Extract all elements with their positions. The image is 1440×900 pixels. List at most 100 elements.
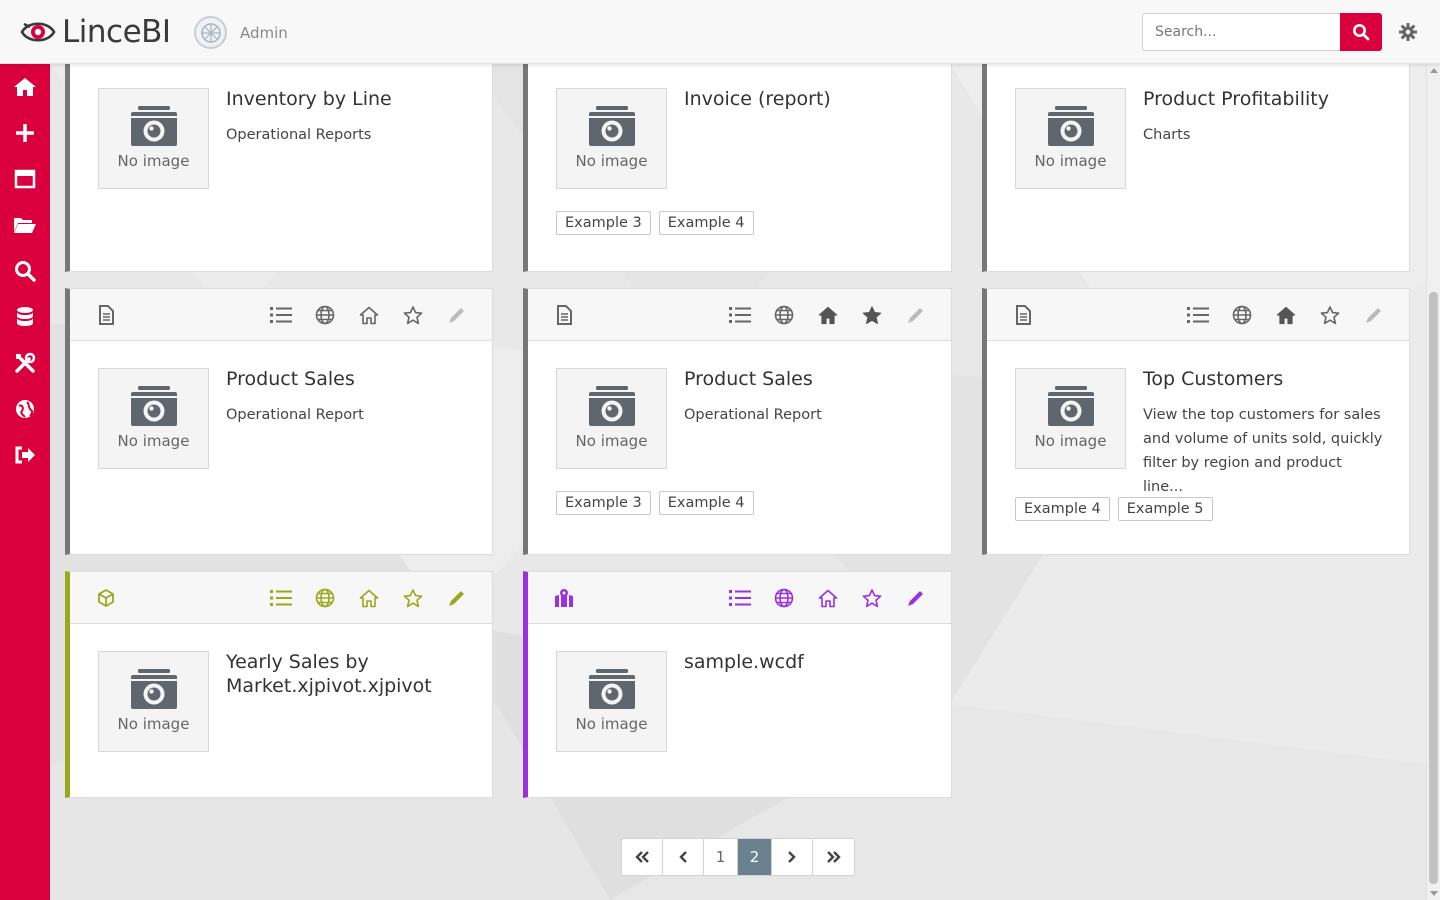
globe-icon <box>1232 305 1252 325</box>
star-outline-icon <box>862 588 882 607</box>
edit-button[interactable] <box>446 587 468 609</box>
home-button[interactable] <box>817 304 839 326</box>
scroll-up-arrow[interactable] <box>1430 68 1438 73</box>
card-actions <box>707 304 927 326</box>
no-image-label: No image <box>117 432 190 450</box>
settings-gear-button[interactable] <box>1398 22 1418 42</box>
scroll-thumb[interactable] <box>1429 292 1438 884</box>
sidebar-item-new[interactable] <box>0 110 50 156</box>
tag[interactable]: Example 4 <box>658 491 754 515</box>
map-marked-icon <box>555 589 573 607</box>
tag-list: Example 3 Example 4 <box>556 211 762 235</box>
page-button-current[interactable]: 2 <box>738 839 772 875</box>
home-outline-icon <box>359 589 379 607</box>
tag[interactable]: Example 5 <box>1117 497 1213 521</box>
sidebar-item-logout[interactable] <box>0 432 50 478</box>
tag[interactable]: Example 4 <box>1015 497 1110 521</box>
pencil-icon <box>1366 308 1381 323</box>
search-button[interactable] <box>1340 13 1382 51</box>
thumbnail-placeholder[interactable]: No image <box>1015 88 1126 189</box>
card-title[interactable]: sample.wcdf <box>684 650 934 674</box>
favorite-button[interactable] <box>861 304 883 326</box>
app-name: LinceBI <box>62 14 171 50</box>
home-filled-icon <box>1276 306 1296 324</box>
thumbnail-placeholder[interactable]: No image <box>98 651 209 752</box>
first-page-button[interactable] <box>622 839 663 875</box>
home-button[interactable] <box>1275 304 1297 326</box>
list-button[interactable] <box>729 304 751 326</box>
card-title[interactable]: Inventory by Line <box>226 87 476 111</box>
search-input[interactable] <box>1142 13 1340 51</box>
edit-button[interactable] <box>1363 304 1385 326</box>
sidebar-item-opened[interactable] <box>0 156 50 202</box>
card-title[interactable]: Product Sales <box>226 367 476 391</box>
logo[interactable]: LinceBI <box>20 14 171 50</box>
list-button[interactable] <box>270 304 292 326</box>
sidebar-item-browse[interactable] <box>0 202 50 248</box>
sidebar-item-search[interactable] <box>0 248 50 294</box>
chevron-right-icon <box>788 851 796 863</box>
prev-page-button[interactable] <box>663 839 704 875</box>
card-title[interactable]: Product Profitability <box>1143 87 1393 111</box>
home-button[interactable] <box>817 587 839 609</box>
home-button[interactable] <box>358 304 380 326</box>
next-page-button[interactable] <box>772 839 813 875</box>
globe-button[interactable] <box>1231 304 1253 326</box>
thumbnail-placeholder[interactable]: No image <box>556 368 667 469</box>
vertical-scrollbar[interactable] <box>1426 64 1440 900</box>
page-button[interactable]: 1 <box>704 839 738 875</box>
camera-icon <box>130 106 177 146</box>
card-title[interactable]: Product Sales <box>684 367 934 391</box>
scroll-down-arrow[interactable] <box>1430 891 1438 896</box>
tag[interactable]: Example 3 <box>556 491 651 515</box>
thumbnail-placeholder[interactable]: No image <box>98 368 209 469</box>
pagination: 1 2 <box>621 838 855 876</box>
globe-icon <box>774 305 794 325</box>
card-header <box>528 289 951 341</box>
globe-button[interactable] <box>314 587 336 609</box>
sidebar-item-data[interactable] <box>0 294 50 340</box>
globe-icon <box>315 588 335 608</box>
card-title[interactable]: Top Customers <box>1143 367 1393 391</box>
favorite-button[interactable] <box>402 304 424 326</box>
document-icon <box>99 305 114 325</box>
last-page-button[interactable] <box>813 839 854 875</box>
favorite-button[interactable] <box>1319 304 1341 326</box>
card-description: Operational Report <box>684 407 822 423</box>
card-title[interactable]: Invoice (report) <box>684 87 934 111</box>
tag[interactable]: Example 3 <box>556 211 651 235</box>
list-button[interactable] <box>729 587 751 609</box>
edit-button[interactable] <box>905 304 927 326</box>
no-image-label: No image <box>117 152 190 170</box>
edit-button[interactable] <box>446 304 468 326</box>
globe-icon <box>315 305 335 325</box>
thumbnail-placeholder[interactable]: No image <box>556 88 667 189</box>
edit-button[interactable] <box>905 587 927 609</box>
tag[interactable]: Example 4 <box>658 211 754 235</box>
list-button[interactable] <box>1187 304 1209 326</box>
user-menu[interactable]: Admin <box>194 16 288 49</box>
camera-icon <box>130 386 177 426</box>
sidebar-item-tools[interactable] <box>0 340 50 386</box>
double-chevron-left-icon <box>635 851 649 863</box>
card-title[interactable]: Yearly Sales by Market.xjpivot.xjpivot <box>226 650 476 698</box>
home-button[interactable] <box>358 587 380 609</box>
thumbnail-placeholder[interactable]: No image <box>556 651 667 752</box>
star-outline-icon <box>403 588 423 607</box>
favorite-button[interactable] <box>402 587 424 609</box>
list-button[interactable] <box>270 587 292 609</box>
thumbnail-placeholder[interactable]: No image <box>98 88 209 189</box>
globe-button[interactable] <box>773 587 795 609</box>
sidebar-item-home[interactable] <box>0 64 50 110</box>
list-icon <box>1187 307 1209 323</box>
tag-list: Example 4 Example 5 <box>1015 497 1221 521</box>
sidebar-item-language[interactable] <box>0 386 50 432</box>
thumbnail-placeholder[interactable]: No image <box>1015 368 1126 469</box>
globe-button[interactable] <box>314 304 336 326</box>
camera-icon <box>1047 386 1094 426</box>
favorite-button[interactable] <box>861 587 883 609</box>
globe-button[interactable] <box>773 304 795 326</box>
star-outline-icon <box>1320 305 1340 324</box>
no-image-label: No image <box>117 715 190 733</box>
pencil-icon <box>908 591 923 606</box>
